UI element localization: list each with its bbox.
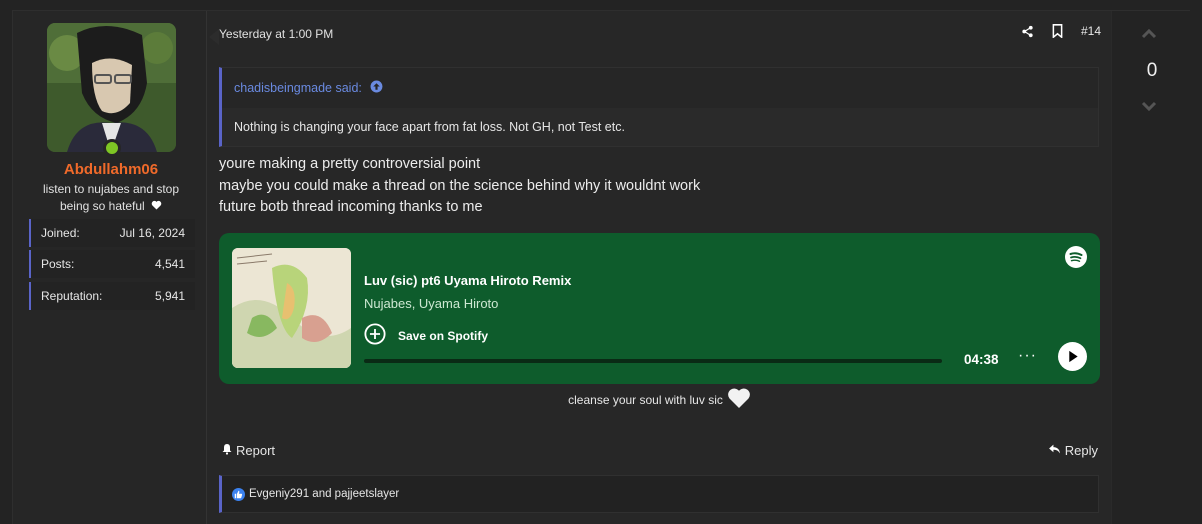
share-icon[interactable] (1021, 24, 1035, 38)
report-button[interactable]: Report (221, 443, 275, 458)
track-artist[interactable]: Nujabes, Uyama Hiroto (364, 296, 498, 311)
spotify-embed: Luv (sic) pt6 Uyama Hiroto Remix Nujabes… (219, 233, 1100, 384)
stat-joined: Joined: Jul 16, 2024 (29, 219, 195, 247)
more-options-button[interactable]: ··· (1018, 347, 1037, 365)
quote-body: Nothing is changing your face apart from… (234, 120, 625, 134)
heart-icon (727, 387, 751, 412)
vote-column: 0 (1111, 11, 1191, 524)
signature-text: cleanse your soul with luv sic (568, 392, 723, 407)
upvote-button[interactable] (1141, 27, 1157, 45)
quote-block: chadisbeingmade said: Nothing is changin… (219, 67, 1099, 147)
track-title[interactable]: Luv (sic) pt6 Uyama Hiroto Remix (364, 273, 571, 288)
album-art[interactable] (232, 248, 351, 368)
stat-value: 4,541 (154, 257, 185, 271)
stat-value: 5,941 (154, 289, 185, 303)
reactions-text[interactable]: Evgeniy291 and pajjeetslayer (249, 488, 399, 500)
like-icon (232, 487, 245, 501)
post-number[interactable]: #14 (1081, 24, 1101, 38)
post-content: Yesterday at 1:00 PM #14 chadisbeingmade… (208, 11, 1111, 524)
user-title: listen to nujabes and stop being so hate… (33, 181, 189, 215)
album-art-image (232, 248, 351, 368)
quote-author[interactable]: chadisbeingmade said: (234, 81, 362, 95)
save-on-spotify-button[interactable]: Save on Spotify (364, 323, 488, 348)
reactions-bar[interactable]: Evgeniy291 and pajjeetslayer (219, 475, 1099, 513)
bookmark-icon[interactable] (1051, 24, 1065, 38)
plus-circle-icon (364, 323, 386, 348)
post-actions: #14 (1021, 24, 1101, 38)
heart-icon (151, 198, 162, 215)
arrow-up-circle-icon[interactable] (370, 80, 383, 96)
play-icon (1068, 350, 1078, 363)
reply-label: Reply (1064, 443, 1098, 458)
stat-posts: Posts: 4,541 (29, 250, 195, 278)
vote-count: 0 (1146, 60, 1158, 81)
reply-button[interactable]: Reply (1048, 443, 1098, 458)
report-label: Report (236, 443, 276, 458)
message-line: future botb thread incoming thanks to me (219, 199, 483, 215)
stat-value: Jul 16, 2024 (119, 226, 185, 240)
stat-reputation: Reputation: 5,941 (29, 282, 195, 310)
chevron-up-icon (1141, 28, 1157, 39)
stat-label: Posts: (41, 257, 75, 271)
spotify-logo-icon[interactable] (1065, 246, 1087, 268)
play-button[interactable] (1058, 342, 1087, 371)
reply-icon (1048, 443, 1061, 458)
downvote-button[interactable] (1141, 99, 1157, 117)
avatar-image (47, 23, 176, 152)
progress-bar[interactable] (364, 359, 942, 363)
avatar[interactable] (47, 23, 176, 152)
track-duration: 04:38 (964, 352, 999, 367)
user-signature: cleanse your soul with luv sic (208, 387, 1111, 412)
online-status-indicator (103, 139, 121, 157)
user-sidebar: Abdullahm06 listen to nujabes and stop b… (13, 11, 207, 524)
post-message: youre making a pretty controversial poin… (219, 154, 700, 219)
stat-label: Joined: (41, 226, 80, 240)
post-timestamp[interactable]: Yesterday at 1:00 PM (219, 27, 333, 41)
message-line: youre making a pretty controversial poin… (219, 156, 481, 172)
quote-header[interactable]: chadisbeingmade said: (222, 68, 1098, 108)
bell-icon (221, 443, 233, 458)
stat-label: Reputation: (41, 289, 103, 303)
message-line: maybe you could make a thread on the sci… (219, 177, 701, 194)
chevron-down-icon (1141, 101, 1157, 112)
forum-post: Abdullahm06 listen to nujabes and stop b… (12, 10, 1191, 524)
username[interactable]: Abdullahm06 (13, 161, 209, 178)
save-label: Save on Spotify (398, 328, 489, 343)
